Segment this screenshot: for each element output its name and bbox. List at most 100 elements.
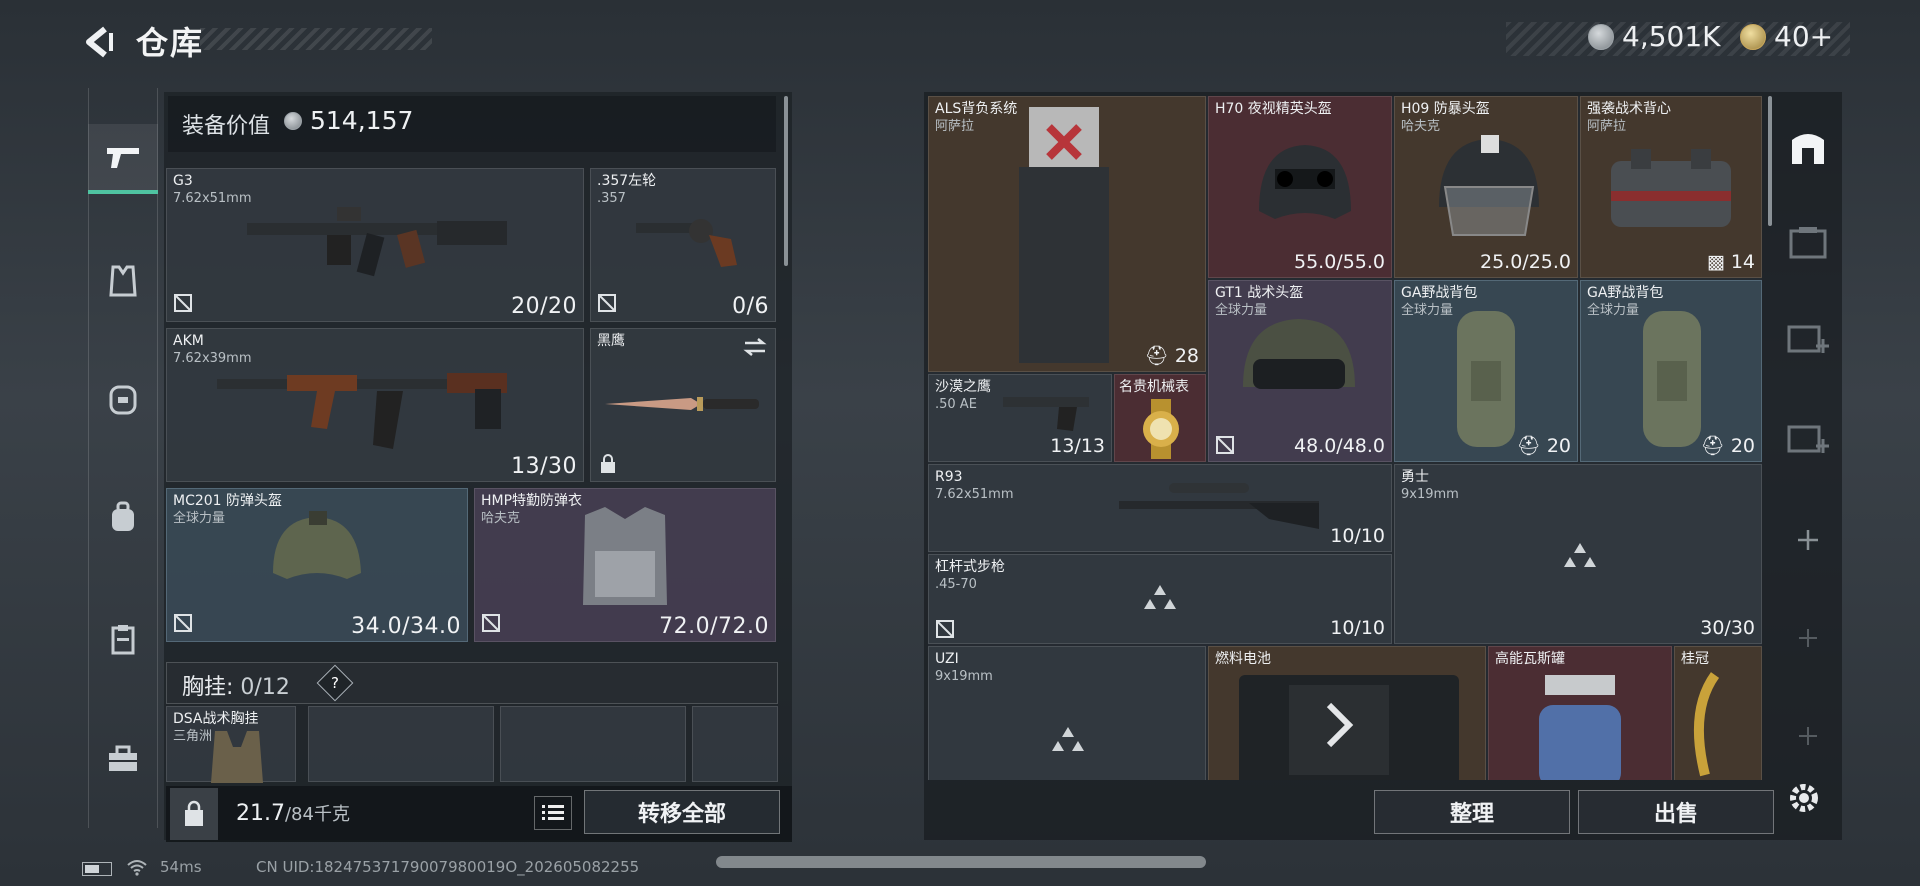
no-insurance-icon [174,294,192,312]
page-title: 仓库 [136,24,205,62]
tab-helmets[interactable] [88,364,158,434]
item-sub: 7.62x51mm [935,487,1014,502]
toolbox-icon [109,745,137,771]
title-stripe [200,28,432,50]
item-sub: 哈夫克 [481,511,521,526]
silver-coin-icon [1588,23,1614,50]
storage-item[interactable]: 桂冠 [1674,646,1762,780]
duffel-backpack-image [1457,311,1515,447]
plus-icon [1799,727,1817,745]
storage-scrollbar[interactable] [1768,96,1772,226]
add-storage-button-2[interactable] [1784,414,1832,462]
item-sub: 全球力量 [173,511,226,526]
item-sub: 9x19mm [1401,487,1459,502]
add-page-button-2[interactable] [1784,614,1832,662]
transfer-all-button[interactable]: 转移全部 [584,790,780,834]
add-page-button-3[interactable] [1784,712,1832,760]
storage-item[interactable]: R93 7.62x51mm 10/10 [928,464,1392,552]
rig-slot[interactable] [308,706,494,782]
ping: 54ms [160,858,202,876]
ammo-count: 10/10 [1330,617,1385,639]
sniper-rifle-image [1119,483,1319,529]
add-storage-button[interactable] [1784,314,1832,362]
storage-item[interactable]: 勇士 9x19mm 30/30 [1394,464,1762,644]
rig-slot[interactable]: DSA战术胸挂 三角洲 [166,706,296,783]
wifi-icon [127,860,147,876]
sell-button[interactable]: 出售 [1578,790,1774,834]
unknown-item-icon [1144,585,1176,609]
item-sub: 全球力量 [1401,303,1454,318]
slot-primary-weapon[interactable]: G3 7.62x51mm 20/20 [166,168,584,322]
storage-item[interactable]: UZI 9x19mm [928,646,1206,780]
knife-image [605,397,759,411]
tab-weapons[interactable] [88,124,158,194]
helmet-icon [109,385,137,415]
tab-storage-2[interactable] [1784,218,1832,266]
item-sub: .45-70 [935,577,977,592]
storage-item[interactable]: 燃料电池 [1208,646,1486,780]
chest-rig-image [211,731,263,783]
gold-currency[interactable]: 40+ [1740,20,1833,53]
slot-body-armor[interactable]: HMP特勤防弹衣 哈夫克 72.0/72.0 [474,488,776,642]
item-name: GA野战背包 [1401,285,1478,301]
home-indicator[interactable] [716,856,1206,868]
list-view-button[interactable] [534,796,572,830]
watch-image [1143,399,1179,459]
gas-canister-image [1539,675,1621,780]
no-insurance-icon [482,614,500,632]
add-page-button[interactable] [1784,516,1832,564]
back-button[interactable] [78,20,122,64]
swap-icon[interactable] [743,337,767,357]
ammo-count: 0/6 [732,294,769,319]
storage-item[interactable]: 强袭战术背心 阿萨拉 ▩ 14 [1580,96,1762,278]
settings-button[interactable] [1780,774,1828,822]
slot-helmet[interactable]: MC201 防弹头盔 全球力量 34.0/34.0 [166,488,468,642]
sort-button[interactable]: 整理 [1374,790,1570,834]
storage-item[interactable]: 名贵机械表 [1114,374,1206,462]
pistol-image [1003,397,1089,431]
pistol-icon [107,148,139,168]
item-name: 名贵机械表 [1119,379,1189,395]
storage-item[interactable]: ALS背负系统 阿萨拉 ⛑ 28 [928,96,1206,372]
riot-helmet-image [1439,135,1539,236]
storage-item[interactable]: 沙漠之鹰 .50 AE 13/13 [928,374,1112,462]
storage-item[interactable]: H09 防暴头盔 哈夫克 25.0/25.0 [1394,96,1578,278]
tab-backpacks[interactable] [88,482,158,552]
no-insurance-icon [1216,436,1234,454]
slot-secondary-weapon[interactable]: .357左轮 .357 0/6 [590,168,776,322]
revolver-image [636,219,737,267]
lock-icon [601,454,615,473]
weight-icon [185,800,203,826]
rig-slot[interactable] [500,706,686,782]
silver-currency[interactable]: 4,501K [1588,20,1721,53]
helmet-image [273,511,361,579]
vest-icon [109,265,137,297]
durability: 34.0/34.0 [351,614,461,639]
slot-melee[interactable]: 黑鹰 [590,328,776,482]
back-arrow-icon [86,26,113,58]
storage-item[interactable]: GA野战背包 全球力量 ⛑ 20 [1394,280,1578,462]
slot-primary-weapon-2[interactable]: AKM 7.62x39mm 13/30 [166,328,584,482]
tab-storage-main[interactable] [1784,124,1832,172]
item-name: R93 [935,469,963,485]
equipment-scrollbar[interactable] [784,96,788,266]
weight-lock-button[interactable] [170,788,218,840]
storage-item[interactable]: 高能瓦斯罐 [1488,646,1672,780]
storage-item[interactable]: H70 夜视精英头盔 55.0/55.0 [1208,96,1392,278]
tab-consumables[interactable] [88,604,158,674]
item-name: 黑鹰 [597,333,625,349]
item-name: 杠杆式步枪 [935,559,1005,575]
item-name: ALS背负系统 [935,101,1018,117]
capacity: ▩ 14 [1706,251,1755,273]
storage-item[interactable]: 杠杆式步枪 .45-70 10/10 [928,554,1392,644]
tab-armor[interactable] [88,246,158,316]
no-insurance-icon [174,614,192,632]
tab-tools[interactable] [88,724,158,794]
item-name: 强袭战术背心 [1587,101,1671,117]
laurel-image [1693,672,1720,777]
storage-item[interactable]: GT1 战术头盔 全球力量 48.0/48.0 [1208,280,1392,462]
ammo-count: 13/30 [511,454,577,479]
backpack-frame-image [1019,107,1109,363]
rig-slot[interactable] [692,706,778,782]
storage-item[interactable]: GA野战背包 全球力量 ⛑ 20 [1580,280,1762,462]
